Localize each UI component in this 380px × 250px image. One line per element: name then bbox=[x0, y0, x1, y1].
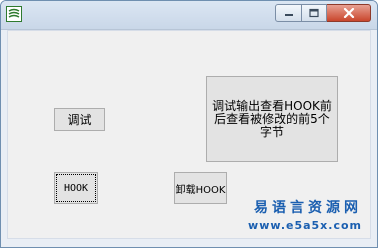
close-button[interactable] bbox=[327, 4, 371, 22]
unload-hook-label: 卸载HOOK bbox=[175, 184, 226, 196]
window-controls bbox=[275, 4, 371, 22]
watermark-url: www.e5a5x.com bbox=[248, 219, 362, 232]
close-icon bbox=[343, 8, 354, 18]
title-bar[interactable] bbox=[1, 1, 377, 30]
maximize-icon bbox=[309, 8, 319, 18]
site-watermark: 易语言资源网 www.e5a5x.com bbox=[248, 197, 362, 232]
minimize-button[interactable] bbox=[275, 4, 302, 22]
minimize-icon bbox=[284, 14, 293, 16]
app-logo-icon[interactable] bbox=[6, 6, 22, 22]
client-area: 调试 HOOK 卸载HOOK 调试输出查看HOOK前后查看被修改的前5个字节 易… bbox=[7, 30, 371, 239]
hook-button[interactable]: HOOK bbox=[54, 172, 98, 204]
app-window: 调试 HOOK 卸载HOOK 调试输出查看HOOK前后查看被修改的前5个字节 易… bbox=[0, 0, 378, 248]
unload-hook-button[interactable]: 卸载HOOK bbox=[174, 172, 227, 204]
watermark-title: 易语言资源网 bbox=[254, 200, 362, 216]
debug-output-button[interactable]: 调试输出查看HOOK前后查看被修改的前5个字节 bbox=[206, 76, 338, 162]
debug-button[interactable]: 调试 bbox=[54, 108, 105, 131]
maximize-button[interactable] bbox=[302, 4, 327, 22]
